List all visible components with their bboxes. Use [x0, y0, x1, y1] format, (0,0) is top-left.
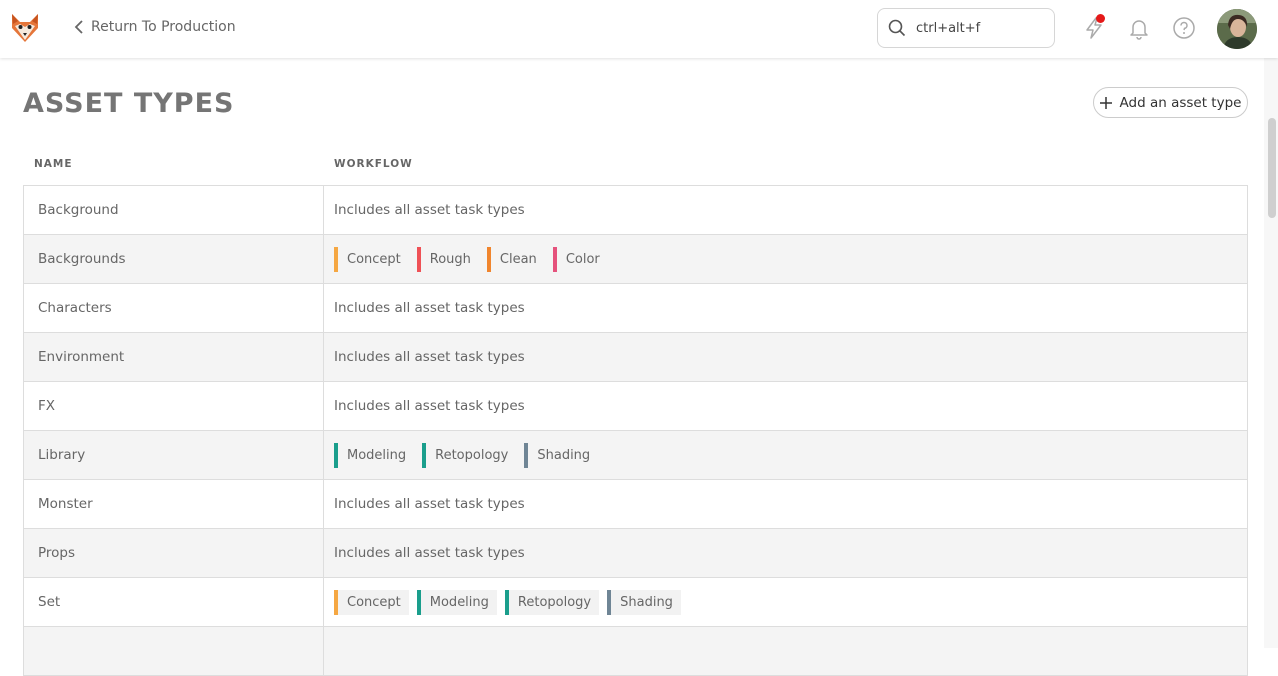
top-bar: Return To Production [0, 0, 1278, 58]
table-row[interactable]: FX Includes all asset task types [23, 381, 1248, 431]
task-type-list: Concept Modeling Retopology Shading [334, 589, 1247, 615]
asset-type-workflow: Includes all asset task types [323, 479, 1248, 529]
asset-type-name[interactable]: Monster [23, 479, 324, 529]
add-asset-type-label: Add an asset type [1119, 94, 1242, 111]
asset-type-name[interactable]: Library [23, 430, 324, 480]
column-header-name[interactable]: NAME [34, 158, 73, 170]
asset-type-name[interactable]: Environment [23, 332, 324, 382]
asset-type-workflow: Modeling Retopology Shading [323, 430, 1248, 480]
task-type-tag: Color [552, 246, 608, 272]
asset-type-name[interactable] [23, 626, 324, 676]
column-header-workflow[interactable]: WORKFLOW [334, 158, 413, 170]
return-to-production-link[interactable]: Return To Production [73, 19, 236, 35]
task-type-tag: Modeling [416, 589, 497, 615]
asset-type-workflow: Includes all asset task types [323, 528, 1248, 578]
page-title: ASSET TYPES [23, 88, 235, 119]
search-icon [888, 19, 906, 37]
table-row[interactable]: Library Modeling Retopology Shading [23, 430, 1248, 480]
main-content: ASSET TYPES Add an asset type NAME WORKF… [0, 58, 1264, 676]
asset-type-name[interactable]: Characters [23, 283, 324, 333]
avatar[interactable] [1217, 9, 1257, 49]
add-asset-type-button[interactable]: Add an asset type [1093, 87, 1248, 118]
asset-type-name[interactable]: Background [23, 185, 324, 235]
asset-type-workflow: Includes all asset task types [323, 185, 1248, 235]
asset-type-workflow [323, 626, 1248, 676]
asset-type-name[interactable]: Backgrounds [23, 234, 324, 284]
table-row[interactable]: Props Includes all asset task types [23, 528, 1248, 578]
asset-type-name[interactable]: Set [23, 577, 324, 627]
asset-type-workflow: Concept Rough Clean Color [323, 234, 1248, 284]
avatar-image [1217, 9, 1257, 49]
plus-icon [1099, 96, 1112, 109]
asset-type-workflow: Concept Modeling Retopology Shading [323, 577, 1248, 627]
search-box[interactable] [877, 8, 1055, 48]
search-input[interactable] [914, 19, 1048, 37]
asset-type-name[interactable]: FX [23, 381, 324, 431]
task-type-tag: Shading [524, 442, 598, 468]
task-type-tag: Retopology [504, 589, 600, 615]
scrollbar-thumb[interactable] [1268, 118, 1276, 218]
task-type-list: Concept Rough Clean Color [334, 246, 1247, 272]
table-row[interactable]: Background Includes all asset task types [23, 185, 1248, 235]
asset-type-workflow: Includes all asset task types [323, 283, 1248, 333]
asset-type-name[interactable]: Props [23, 528, 324, 578]
task-type-tag: Clean [486, 246, 545, 272]
task-type-tag: Rough [416, 246, 479, 272]
chevron-left-icon [74, 20, 83, 34]
task-type-tag: Modeling [334, 442, 414, 468]
table-row[interactable]: Set Concept Modeling Retopology Shading [23, 577, 1248, 627]
scrollbar[interactable] [1264, 58, 1278, 648]
task-type-tag: Concept [334, 589, 409, 615]
fox-logo-icon[interactable] [9, 12, 41, 44]
notification-dot [1096, 14, 1105, 23]
asset-type-workflow: Includes all asset task types [323, 332, 1248, 382]
table-row[interactable]: Characters Includes all asset task types [23, 283, 1248, 333]
bell-icon[interactable] [1127, 16, 1151, 40]
help-circle-icon[interactable] [1172, 16, 1196, 40]
asset-type-workflow: Includes all asset task types [323, 381, 1248, 431]
return-to-production-label: Return To Production [91, 19, 236, 35]
task-type-list: Modeling Retopology Shading [334, 442, 1247, 468]
table-row[interactable]: Backgrounds Concept Rough Clean Color [23, 234, 1248, 284]
table-row[interactable] [23, 626, 1248, 676]
table-row[interactable]: Monster Includes all asset task types [23, 479, 1248, 529]
task-type-tag: Retopology [422, 442, 516, 468]
task-type-tag: Shading [607, 589, 681, 615]
task-type-tag: Concept [334, 246, 409, 272]
table-row[interactable]: Environment Includes all asset task types [23, 332, 1248, 382]
asset-types-table: Background Includes all asset task types B… [23, 185, 1248, 676]
